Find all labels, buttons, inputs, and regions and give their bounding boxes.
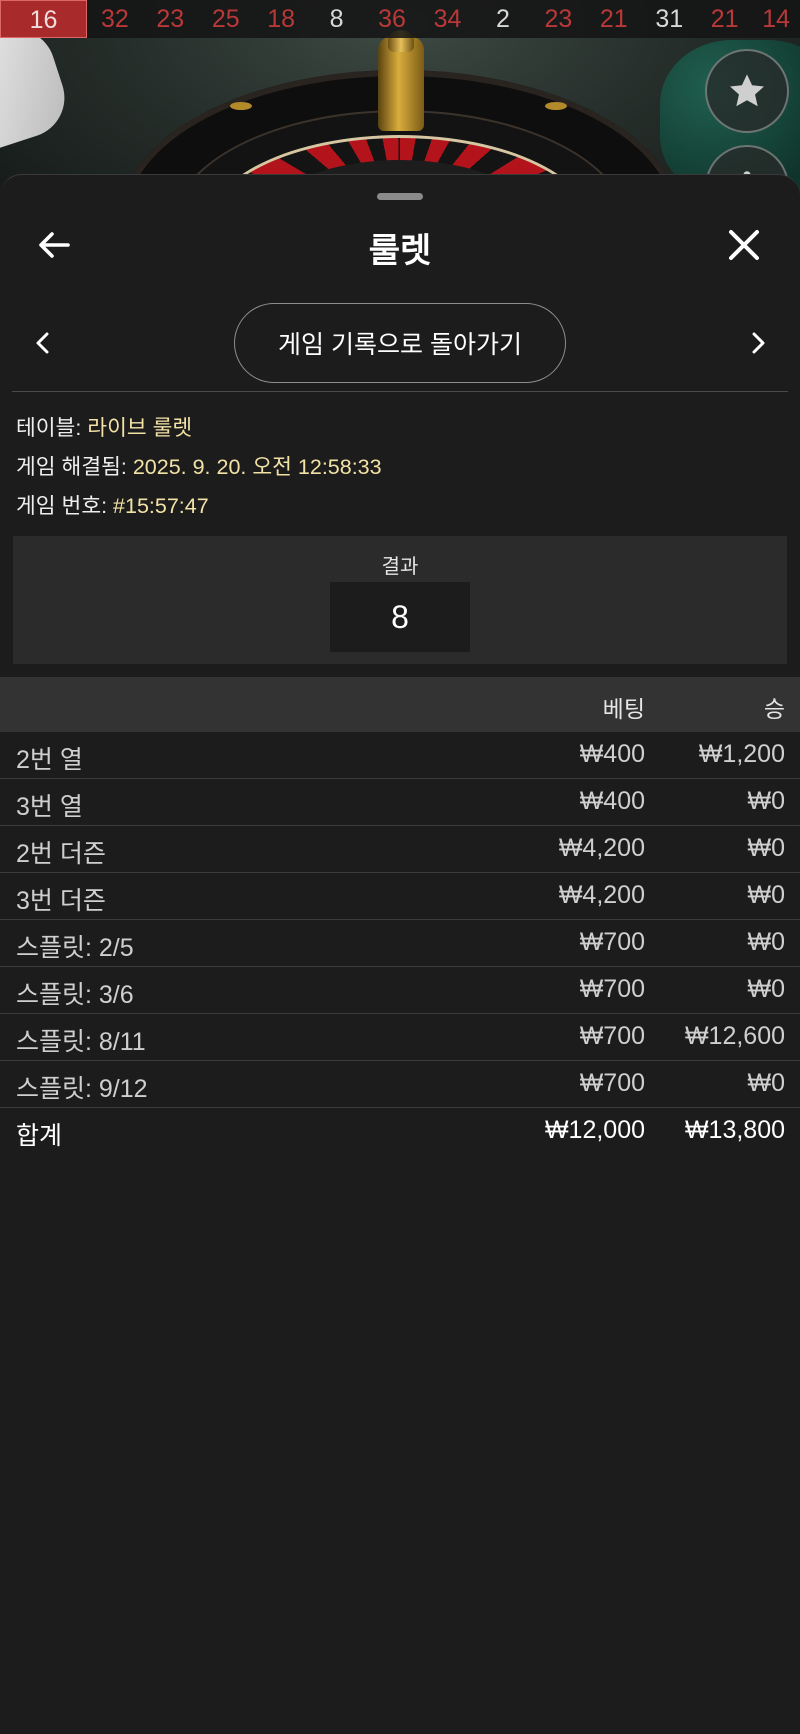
bet-name: 3번 더즌 <box>16 887 106 915</box>
bet-name: 스플릿: 3/6 <box>16 981 134 1009</box>
bet-name: 스플릿: 2/5 <box>16 934 134 962</box>
previous-game-button[interactable] <box>30 325 56 361</box>
history-result: 34 <box>433 5 462 33</box>
sheet-drag-handle[interactable] <box>377 193 423 200</box>
win-amount: ₩1,200 <box>698 740 785 768</box>
game-detail-sheet: 룰렛 게임 기록으로 돌아가기 테이블: 라이브 룰렛 게임 해결됨: 2025… <box>0 174 800 1734</box>
bet-row: 스플릿: 9/12 ₩700 ₩0 <box>0 1061 800 1108</box>
history-result: 23 <box>156 5 185 33</box>
history-result: 25 <box>211 5 240 33</box>
bet-amount: ₩700 <box>579 975 645 1003</box>
sheet-title: 룰렛 <box>368 232 432 270</box>
table-info: 테이블: 라이브 룰렛 <box>16 411 192 442</box>
bet-amount: ₩4,200 <box>558 881 645 909</box>
bet-amount: ₩700 <box>579 1069 645 1097</box>
bet-row: 스플릿: 8/11 ₩700 ₩12,600 <box>0 1014 800 1061</box>
chevron-right-icon <box>752 332 765 354</box>
star-icon <box>730 74 764 107</box>
table-label: 테이블: <box>16 416 88 440</box>
history-latest-result: 16 <box>0 0 88 38</box>
chevron-left-icon <box>36 332 49 354</box>
win-amount: ₩0 <box>747 975 786 1003</box>
resolved-value: 2025. 9. 20. 오전 12:58:33 <box>132 455 382 479</box>
history-result: 31 <box>655 5 684 33</box>
back-to-history-button[interactable]: 게임 기록으로 돌아가기 <box>234 303 566 383</box>
game-number-info: 게임 번호: #15:57:47 <box>16 489 209 520</box>
game-navigation: 게임 기록으로 돌아가기 <box>0 303 800 383</box>
win-amount: ₩0 <box>747 1069 786 1097</box>
bet-name: 3번 열 <box>16 793 83 821</box>
result-panel: 결과 8 <box>13 536 787 664</box>
total-bet-amount: ₩12,000 <box>544 1116 645 1144</box>
history-result: 18 <box>267 5 296 33</box>
bets-table: 베팅 승 2번 열 ₩400 ₩1,200 3번 열 ₩400 ₩0 2번 더즌… <box>0 677 800 1155</box>
history-result: 36 <box>378 5 406 33</box>
game-number-label: 게임 번호: <box>16 494 114 518</box>
history-result: 32 <box>100 5 129 33</box>
bet-amount: ₩700 <box>579 1022 645 1050</box>
bet-amount: ₩700 <box>579 928 645 956</box>
divider <box>12 391 788 392</box>
win-amount: ₩0 <box>747 787 786 815</box>
bet-name: 스플릿: 8/11 <box>16 1028 146 1056</box>
resolved-label: 게임 해결됨: <box>16 455 133 479</box>
result-label: 결과 <box>381 556 419 578</box>
bet-row: 스플릿: 3/6 ₩700 ₩0 <box>0 967 800 1014</box>
favorite-button[interactable] <box>705 49 789 133</box>
history-result: 2 <box>495 5 510 33</box>
history-result: 14 <box>762 5 791 33</box>
history-result: 21 <box>599 5 628 33</box>
close-button[interactable] <box>724 225 764 265</box>
win-amount: ₩0 <box>747 928 786 956</box>
next-game-button[interactable] <box>745 325 771 361</box>
history-result: 21 <box>710 5 739 33</box>
bet-name: 2번 열 <box>16 746 83 774</box>
wheel-stud <box>230 102 252 110</box>
bet-row: 스플릿: 2/5 ₩700 ₩0 <box>0 920 800 967</box>
close-icon <box>729 230 759 260</box>
sheet-header: 룰렛 <box>0 205 800 285</box>
total-row: 합계 ₩12,000 ₩13,800 <box>0 1108 800 1155</box>
results-history-bar: 16 32 23 25 18 8 36 34 2 23 21 31 21 14 <box>0 0 800 38</box>
bet-row: 2번 더즌 ₩4,200 ₩0 <box>0 826 800 873</box>
bets-table-header: 베팅 승 <box>0 677 800 732</box>
table-value: 라이브 룰렛 <box>87 416 193 440</box>
win-column-header: 승 <box>763 696 785 722</box>
wheel-stud <box>545 102 567 110</box>
bet-column-header: 베팅 <box>602 696 645 722</box>
bet-amount: ₩400 <box>579 787 645 815</box>
bet-row: 2번 열 ₩400 ₩1,200 <box>0 732 800 779</box>
win-amount: ₩0 <box>747 834 786 862</box>
bet-amount: ₩400 <box>579 740 645 768</box>
win-amount: ₩0 <box>747 881 786 909</box>
bet-row: 3번 더즌 ₩4,200 ₩0 <box>0 873 800 920</box>
history-result: 23 <box>544 5 573 33</box>
total-win-amount: ₩13,800 <box>684 1116 785 1144</box>
bet-row: 3번 열 ₩400 ₩0 <box>0 779 800 826</box>
game-number-value: #15:57:47 <box>113 494 209 518</box>
bet-name: 스플릿: 9/12 <box>16 1075 148 1103</box>
win-amount: ₩12,600 <box>684 1022 785 1050</box>
total-label: 합계 <box>16 1122 63 1150</box>
history-result: 8 <box>329 5 344 33</box>
result-number: 8 <box>330 582 470 652</box>
resolved-info: 게임 해결됨: 2025. 9. 20. 오전 12:58:33 <box>16 450 382 481</box>
bet-amount: ₩4,200 <box>558 834 645 862</box>
bet-name: 2번 더즌 <box>16 840 106 868</box>
